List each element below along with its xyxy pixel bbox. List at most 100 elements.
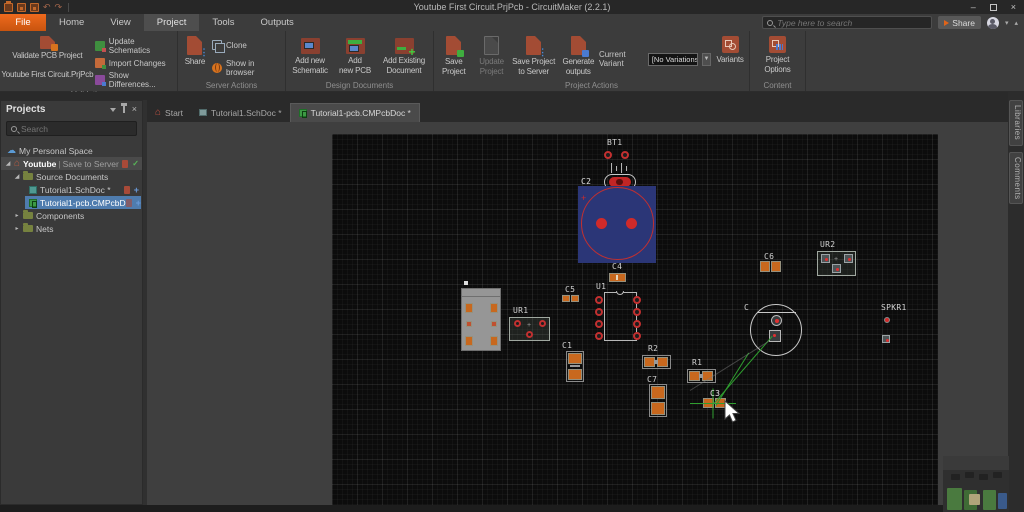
window-title: Youtube First Circuit.PrjPcb - CircuitMa…	[413, 2, 611, 12]
panel-close-icon[interactable]: ×	[132, 105, 137, 114]
show-differences-icon	[94, 75, 106, 86]
tab-pcbdoc-active[interactable]: Tutorial1-pcb.CMPcbDoc *	[289, 103, 420, 122]
save-project-to-server-button[interactable]: Save Project to Server	[510, 34, 558, 80]
battery-symbol-line	[611, 163, 612, 173]
refdes-c3: C3	[710, 389, 721, 398]
show-in-browser-button[interactable]: Show in browser	[211, 59, 285, 77]
cloud-icon: ☁	[7, 145, 16, 155]
tab-comments[interactable]: Comments	[1009, 152, 1023, 204]
expander-icon[interactable]: ▸	[14, 212, 20, 219]
projects-search-icon	[11, 125, 17, 132]
capacitor-outline	[581, 187, 654, 260]
variant-select[interactable]: [No Variations]	[647, 52, 698, 66]
pcb-doc-icon	[29, 198, 37, 208]
add-existing-document-button[interactable]: + Add Existing Document	[376, 34, 432, 80]
tab-schdoc[interactable]: Tutorial1.SchDoc *	[191, 103, 290, 122]
avatar-caret-icon[interactable]: ▾	[1005, 19, 1009, 27]
clone-button[interactable]: Clone	[211, 40, 285, 53]
projects-panel: Projects × ☁ My Personal Space ◢ ⌂ Youtu…	[0, 100, 143, 505]
refdes-ur2: UR2	[820, 240, 836, 249]
pcb-board-canvas[interactable]: BT1 C2 + C4 C5 U1 UR1 + C6 UR2 + C SPKR1…	[332, 134, 938, 505]
tab-file[interactable]: File	[0, 14, 46, 31]
group-caption-design-documents: Design Documents	[325, 81, 394, 90]
group-caption-project-actions: Project Actions	[565, 81, 618, 90]
validate-pcb-project-button[interactable]: Validate PCB Project Youtube First Circu…	[0, 34, 95, 80]
tab-start[interactable]: ⌂ Start	[147, 103, 191, 122]
projects-search[interactable]	[6, 121, 137, 136]
refdes-c2: C2	[581, 177, 592, 186]
close-button[interactable]: ×	[1011, 2, 1016, 12]
tree-item-personal-space[interactable]: ☁ My Personal Space	[1, 144, 142, 157]
pad	[596, 218, 607, 229]
battery-symbol-line	[626, 166, 627, 171]
pad	[633, 308, 641, 316]
show-in-browser-icon	[211, 63, 222, 73]
pcb-editor-workspace[interactable]: BT1 C2 + C4 C5 U1 UR1 + C6 UR2 + C SPKR1…	[147, 122, 1008, 505]
show-differences-button[interactable]: Show Differences...	[94, 71, 177, 89]
expander-icon[interactable]: ◢	[14, 173, 20, 180]
generate-outputs-button[interactable]: Generate outputs	[558, 34, 599, 80]
video-key-shape	[965, 472, 974, 478]
pad	[491, 321, 497, 327]
search-input[interactable]	[777, 17, 928, 28]
search-icon	[767, 19, 774, 26]
save-project-button[interactable]: Save Project	[434, 34, 474, 80]
pad	[651, 402, 665, 415]
tab-home[interactable]: Home	[46, 14, 97, 31]
pad	[832, 264, 841, 273]
update-project-icon	[484, 36, 500, 55]
user-avatar[interactable]	[986, 16, 999, 29]
panel-menu-icon[interactable]	[109, 107, 116, 112]
tree-item-components[interactable]: ▸ Components	[1, 209, 142, 222]
add-new-schematic-button[interactable]: Add new Schematic	[286, 34, 334, 80]
pin-icon[interactable]	[120, 103, 127, 113]
tab-libraries[interactable]: Libraries	[1009, 100, 1023, 146]
folder-icon	[23, 223, 33, 232]
project-options-button[interactable]: Project Options	[753, 34, 803, 80]
generate-outputs-icon	[570, 36, 589, 57]
connector-line	[461, 296, 501, 297]
tab-project[interactable]: Project	[143, 14, 200, 31]
add-new-pcb-button[interactable]: Add new PCB	[334, 34, 376, 80]
add-new-schematic-icon	[300, 38, 320, 54]
share-project-button[interactable]: Share	[178, 34, 212, 80]
tree-item-pcbdoc-selected[interactable]: Tutorial1-pcb.CMPcbD +	[1, 196, 142, 209]
minimize-button[interactable]: –	[971, 2, 976, 12]
import-changes-button[interactable]: Import Changes	[94, 58, 177, 69]
marker	[464, 281, 468, 285]
collapse-ribbon-icon[interactable]: ▴	[1014, 19, 1018, 27]
global-search[interactable]	[762, 16, 933, 29]
share-project-label: Share	[184, 57, 206, 66]
share-button[interactable]: Share	[938, 16, 981, 29]
new-on-server-icon: +	[133, 184, 139, 195]
variants-button[interactable]: Variants	[711, 34, 749, 80]
ribbon-group-content: Project Options Content	[750, 31, 806, 91]
tree-item-nets[interactable]: ▸ Nets	[1, 222, 142, 235]
expander-icon[interactable]: ▸	[14, 225, 20, 232]
pad	[466, 321, 472, 327]
refdes-c7: C7	[647, 375, 658, 384]
tree-item-schdoc[interactable]: Tutorial1.SchDoc * +	[1, 183, 142, 196]
expander-icon[interactable]: ◢	[5, 160, 11, 167]
pad	[651, 386, 665, 399]
project-options-icon	[769, 36, 786, 53]
document-tab-bar: ⌂ Start Tutorial1.SchDoc * Tutorial1-pcb…	[147, 100, 1008, 122]
tree-item-project-youtube[interactable]: ◢ ⌂ Youtube | Save to Server ✓	[1, 157, 142, 170]
ribbon-group-validation: Validate PCB Project Youtube First Circu…	[0, 31, 178, 99]
refdes-u1: U1	[596, 282, 607, 291]
variant-dropdown-button[interactable]: ▼	[701, 52, 712, 66]
tab-tools[interactable]: Tools	[199, 14, 247, 31]
tab-outputs[interactable]: Outputs	[248, 14, 307, 31]
update-schematics-button[interactable]: Update Schematics	[94, 37, 177, 55]
restore-button[interactable]	[989, 3, 997, 11]
pad	[771, 261, 781, 272]
folder-icon	[23, 171, 33, 180]
battery-pad-slot	[616, 179, 623, 185]
tab-view[interactable]: View	[97, 14, 143, 31]
save-to-server-label: Save Project to Server	[512, 57, 556, 76]
personal-space-label: My Personal Space	[19, 145, 93, 156]
tree-item-source-documents[interactable]: ◢ Source Documents	[1, 170, 142, 183]
projects-search-input[interactable]	[21, 123, 132, 134]
save-project-icon	[446, 36, 465, 57]
refdes-c4: C4	[612, 262, 623, 271]
